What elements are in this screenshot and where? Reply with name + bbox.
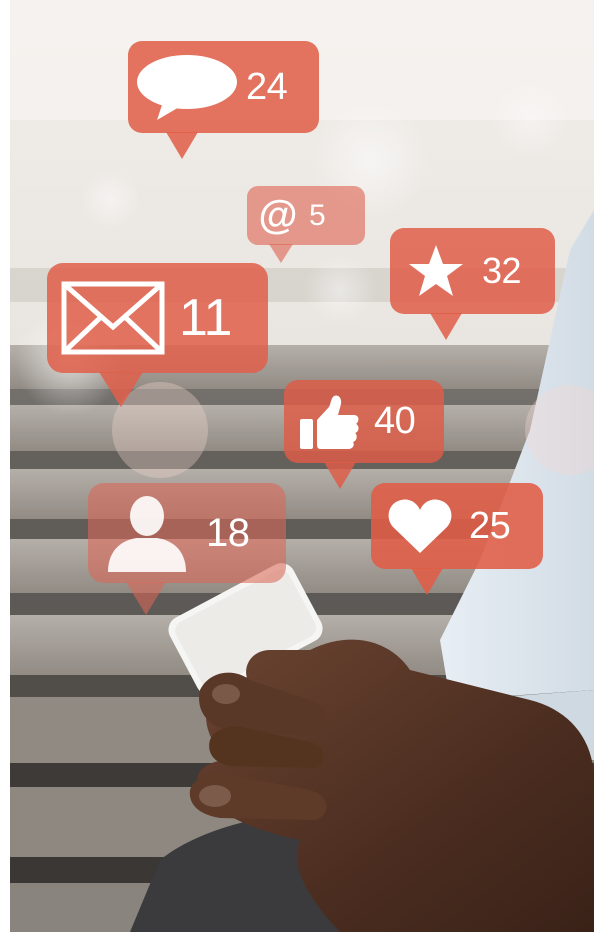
star-notification: 32: [390, 228, 555, 340]
star-count: 32: [482, 250, 522, 291]
comment-notification: 24: [128, 41, 319, 159]
mention-count: 5: [309, 198, 326, 232]
follower-count: 18: [206, 510, 250, 555]
comment-count: 24: [246, 65, 288, 108]
follower-notification: 18: [88, 483, 286, 615]
photo-frame: 24 @ 5 32 11 40 18 25: [10, 0, 594, 932]
message-notification: 11: [47, 263, 268, 407]
like-count: 40: [374, 400, 416, 442]
thumbs-up-icon: [284, 380, 374, 463]
star-icon: [390, 228, 482, 314]
envelope-icon: [47, 263, 179, 373]
at-sign-icon: @: [258, 193, 298, 237]
background-photo: [10, 0, 594, 932]
heart-icon: [371, 483, 469, 569]
person-icon: [88, 483, 206, 583]
mention-notification: @ 5: [247, 186, 365, 263]
like-notification: 40: [284, 380, 444, 489]
speech-bubble-icon: [128, 41, 246, 133]
message-count: 11: [179, 289, 232, 347]
heart-notification: 25: [371, 483, 543, 595]
heart-count: 25: [469, 504, 511, 547]
